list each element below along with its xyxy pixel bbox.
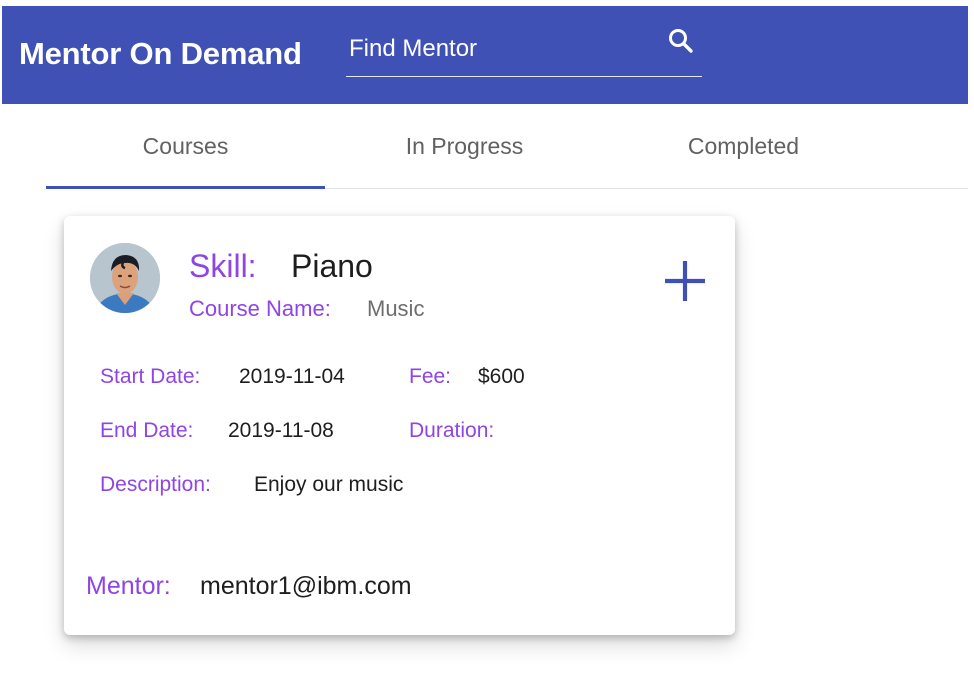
tab-in-progress[interactable]: In Progress	[325, 104, 604, 188]
mentor-avatar	[90, 243, 160, 313]
course-name-value: Music	[367, 296, 425, 321]
mentor-email: mentor1@ibm.com	[200, 572, 412, 600]
skill-value: Piano	[291, 248, 373, 284]
end-date-label: End Date:	[100, 419, 194, 442]
course-name-label: Course Name:	[189, 296, 331, 321]
search-icon[interactable]	[666, 26, 696, 56]
tab-label: Courses	[142, 132, 229, 159]
tab-label: In Progress	[405, 132, 524, 159]
plus-icon	[665, 261, 705, 301]
fee-value: $600	[478, 365, 525, 388]
tab-completed[interactable]: Completed	[604, 104, 883, 188]
description-value: Enjoy our music	[254, 473, 404, 496]
tab-courses[interactable]: Courses	[46, 104, 325, 189]
fee-label: Fee:	[409, 365, 452, 388]
tab-bar: Courses In Progress Completed	[46, 104, 968, 189]
app-bar: Mentor On Demand	[2, 6, 968, 104]
search-input[interactable]	[346, 32, 649, 66]
end-date-value: 2019-11-08	[228, 419, 334, 442]
duration-label: Duration:	[409, 419, 495, 442]
description-label: Description:	[100, 473, 211, 496]
mentor-label: Mentor:	[86, 572, 171, 600]
course-card: Skill: Piano Course Name: Music Start Da…	[64, 216, 735, 635]
start-date-label: Start Date:	[100, 365, 201, 388]
start-date-value: 2019-11-04	[239, 365, 345, 388]
page: Mentor On Demand Courses In Progress Com…	[0, 0, 974, 676]
add-course-button[interactable]	[662, 258, 708, 304]
app-title: Mentor On Demand	[19, 36, 302, 71]
search-field[interactable]	[346, 26, 702, 77]
tab-label: Completed	[687, 132, 800, 159]
skill-label: Skill:	[189, 248, 257, 284]
